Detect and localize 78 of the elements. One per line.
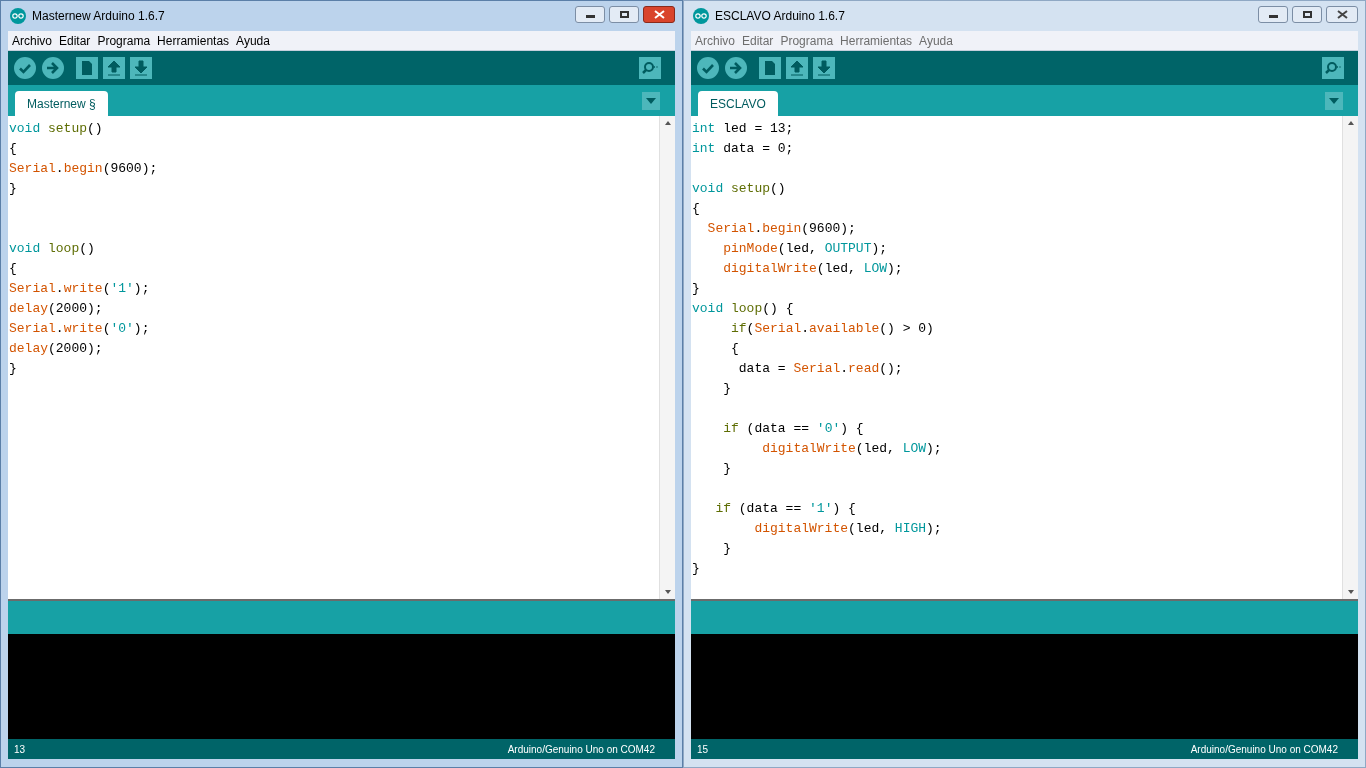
caret-down-icon (646, 98, 656, 104)
menu-item[interactable]: Editar (59, 31, 91, 50)
close-icon (653, 9, 665, 19)
minimize-button[interactable] (575, 5, 605, 23)
tab-menu-button[interactable] (642, 92, 660, 110)
save-button[interactable] (129, 56, 153, 80)
code-line: Serial.begin(9600); (9, 160, 159, 178)
new-button[interactable] (75, 56, 99, 80)
board-port-label: Arduino/Genuino Uno on COM42 (1190, 742, 1338, 757)
code-line: void setup() (692, 180, 787, 198)
restore-button[interactable] (609, 5, 639, 23)
open-button[interactable] (102, 56, 126, 80)
code-line: { (9, 260, 18, 278)
close-button[interactable] (1326, 5, 1358, 23)
menu-item[interactable]: Ayuda (236, 31, 270, 50)
code-line: int data = 0; (692, 140, 795, 158)
code-line: Serial.begin(9600); (706, 220, 857, 238)
window-title: ESCLAVO Arduino 1.6.7 (715, 8, 845, 25)
serial-monitor-button[interactable] (639, 57, 661, 79)
serial-monitor-button[interactable] (1322, 57, 1344, 79)
code-line: if (data == '1') { (714, 500, 857, 518)
code-line: Serial.write('1'); (9, 280, 151, 298)
scrollbar[interactable] (1342, 116, 1358, 599)
menu-item[interactable]: Ayuda (919, 31, 953, 50)
board-port-label: Arduino/Genuino Uno on COM42 (507, 742, 655, 757)
code-line: } (9, 360, 18, 378)
verify-button[interactable] (696, 56, 720, 80)
code-line: } (722, 380, 732, 398)
close-icon (1336, 9, 1348, 19)
code-line: pinMode(led, OUTPUT); (722, 240, 889, 258)
verify-button[interactable] (13, 56, 37, 80)
infinity-logo-icon (693, 8, 709, 24)
code-line: digitalWrite(led, HIGH); (753, 520, 943, 538)
line-number: 15 (697, 742, 709, 757)
menu-item[interactable]: Herramientas (157, 31, 230, 50)
code-line: { (730, 340, 740, 358)
code-line: int led = 13; (692, 120, 795, 138)
code-line: { (9, 140, 18, 158)
code-line: void loop() (9, 240, 96, 258)
infinity-logo-icon (10, 8, 26, 24)
menu-item[interactable]: Archivo (695, 31, 735, 50)
code-editor[interactable]: void setup() { Serial.begin(9600); } void loop() { Serial.write('1'); delay(2000); Serial.write('0'); delay(2000); } (8, 116, 675, 601)
code-line: if(Serial.available() > 0) (730, 320, 935, 338)
sketch-tab[interactable]: ESCLAVO (698, 91, 778, 116)
save-button[interactable] (812, 56, 836, 80)
new-button[interactable] (758, 56, 782, 80)
caret-down-icon (1329, 98, 1339, 104)
code-line: if (data == '0') { (722, 420, 865, 438)
tab-menu-button[interactable] (1325, 92, 1343, 110)
code-line: { (692, 200, 701, 218)
minimize-button[interactable] (1258, 5, 1288, 23)
close-button[interactable] (643, 5, 675, 23)
menu-item[interactable]: Archivo (12, 31, 52, 50)
code-line: delay(2000); (9, 300, 104, 318)
menu-item[interactable]: Programa (97, 31, 151, 50)
scrollbar[interactable] (659, 116, 675, 599)
open-button[interactable] (785, 56, 809, 80)
window-title: Masternew Arduino 1.6.7 (32, 8, 165, 25)
code-line: } (9, 180, 18, 198)
code-line: void setup() (9, 120, 104, 138)
code-line: } (722, 540, 732, 558)
code-line: delay(2000); (9, 340, 104, 358)
code-line: } (692, 560, 701, 578)
sketch-tab[interactable]: Masternew § (15, 91, 108, 116)
code-line: data = Serial.read(); (737, 360, 904, 378)
code-line: digitalWrite(led, LOW); (722, 260, 904, 278)
code-line: Serial.write('0'); (9, 320, 151, 338)
code-line: void loop() { (692, 300, 795, 318)
code-line: digitalWrite(led, LOW); (761, 440, 943, 458)
upload-button[interactable] (41, 56, 65, 80)
menu-item[interactable]: Programa (780, 31, 834, 50)
line-number: 13 (14, 742, 26, 757)
menu-item[interactable]: Herramientas (840, 31, 913, 50)
menu-item[interactable]: Editar (742, 31, 774, 50)
restore-button[interactable] (1292, 5, 1322, 23)
upload-button[interactable] (724, 56, 748, 80)
code-line: } (692, 280, 701, 298)
code-line: } (722, 460, 732, 478)
